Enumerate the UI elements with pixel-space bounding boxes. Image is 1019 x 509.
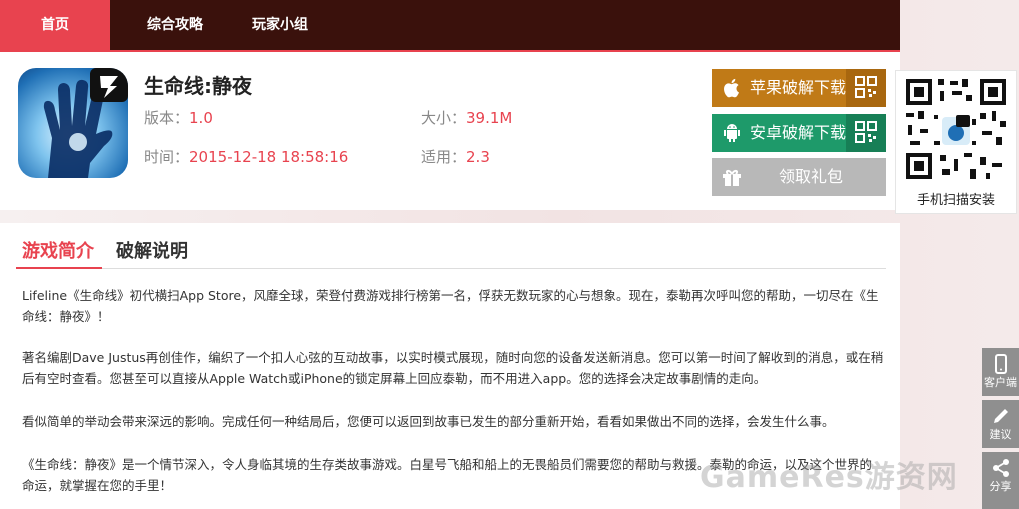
version-label: 版本：: [144, 109, 190, 127]
tab-divider: [16, 268, 886, 269]
nav-item-guides[interactable]: 综合攻略: [120, 0, 230, 50]
active-tab-indicator: [16, 267, 102, 269]
gift-button[interactable]: 领取礼包: [712, 158, 886, 196]
watermark: GameRes游资网: [700, 460, 958, 495]
client-button[interactable]: 客户端: [982, 348, 1019, 396]
size-row: 大小：39.1M: [421, 107, 512, 128]
share-button[interactable]: 分享: [982, 452, 1019, 509]
qr-code-image: [906, 79, 1006, 179]
qr-icon: [846, 69, 886, 107]
size-value: 39.1M: [466, 109, 513, 127]
gift-icon: [720, 165, 744, 189]
version-row: 版本：1.0: [144, 107, 213, 128]
qr-code-panel: 手机扫描安装: [895, 70, 1017, 214]
android-download-label: 安卓破解下载: [749, 123, 846, 142]
description-paragraph: 看似简单的举动会带来深远的影响。完成任何一种结局后，您便可以返回到故事已发生的部…: [22, 414, 835, 429]
tab-crack-notes[interactable]: 破解说明: [116, 237, 188, 263]
tab-intro[interactable]: 游戏简介: [22, 237, 94, 263]
suggest-label: 建议: [989, 428, 1012, 441]
ios-download-button[interactable]: 苹果破解下载: [712, 69, 886, 107]
suggest-button[interactable]: 建议: [982, 400, 1019, 448]
ios-download-label: 苹果破解下载: [749, 78, 846, 97]
time-label: 时间：: [144, 148, 190, 166]
app-icon: [18, 68, 128, 178]
compat-value: 2.3: [466, 148, 490, 166]
pencil-icon: [991, 406, 1011, 426]
time-value: 2015-12-18 18:58:16: [189, 148, 349, 166]
app-title: 生命线:静夜: [144, 74, 252, 98]
android-icon: [720, 121, 744, 145]
version-value: 1.0: [189, 109, 213, 127]
compat-label: 适用：: [421, 148, 467, 166]
description-paragraph: 著名编剧Dave Justus再创佳作，编织了一个扣人心弦的互动故事，以实时模式…: [22, 350, 884, 386]
card-accent-line: [0, 50, 900, 52]
share-label: 分享: [989, 480, 1012, 493]
size-label: 大小：: [421, 109, 467, 127]
top-nav: 首页 综合攻略 玩家小组: [0, 0, 900, 50]
qr-caption: 手机扫描安装: [916, 193, 995, 208]
qr-icon: [846, 114, 886, 152]
share-icon: [991, 458, 1011, 478]
client-label: 客户端: [984, 376, 1017, 389]
time-row: 时间：2015-12-18 18:58:16: [144, 146, 348, 167]
gift-label: 领取礼包: [778, 167, 843, 186]
apple-icon: [720, 76, 744, 100]
android-download-button[interactable]: 安卓破解下载: [712, 114, 886, 152]
nav-item-home[interactable]: 首页: [0, 0, 110, 50]
phone-icon: [991, 354, 1011, 374]
description-paragraph: Lifeline《生命线》初代横扫App Store，风靡全球，荣登付费游戏排行…: [22, 288, 879, 324]
compat-row: 适用：2.3: [421, 146, 490, 167]
nav-item-groups[interactable]: 玩家小组: [225, 0, 335, 50]
